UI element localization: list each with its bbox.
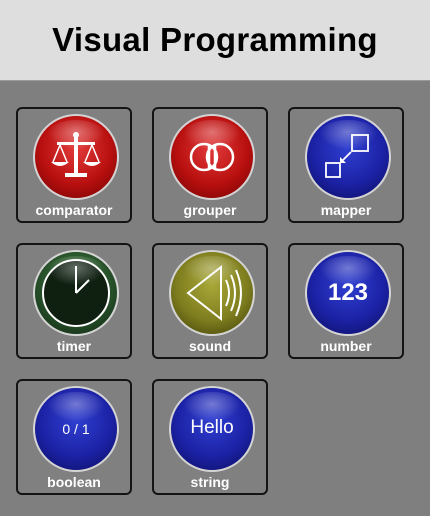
boolean-glyph: 0 / 1 [62,421,90,437]
string-glyph: Hello [190,417,234,438]
speaker-icon [169,250,255,336]
tile-label: string [190,474,230,490]
string-icon: Hello [169,386,255,472]
tile-mapper[interactable]: mapper [288,107,404,223]
tile-grouper[interactable]: grouper [152,107,268,223]
scales-icon [33,114,119,200]
tile-boolean[interactable]: 0 / 1 boolean [16,379,132,495]
tile-label: grouper [183,202,237,218]
page-title: Visual Programming [52,21,378,58]
mapping-squares-icon [305,114,391,200]
tile-label: number [320,338,372,354]
overlapping-circles-icon [169,114,255,200]
tile-label: mapper [320,202,372,218]
number-icon: 123 [305,250,391,336]
tile-number[interactable]: 123 number [288,243,404,359]
tile-timer[interactable]: timer [16,243,132,359]
tile-label: timer [56,338,92,354]
tile-label: boolean [47,474,101,490]
tile-sound[interactable]: sound [152,243,268,359]
tile-comparator[interactable]: comparator [16,107,132,223]
number-glyph: 123 [327,279,369,306]
boolean-icon: 0 / 1 [33,386,119,472]
tile-label: sound [189,338,231,354]
tile-string[interactable]: Hello string [152,379,268,495]
app-header: Visual Programming [0,0,430,81]
tile-label: comparator [35,202,113,218]
clock-icon [33,250,119,336]
